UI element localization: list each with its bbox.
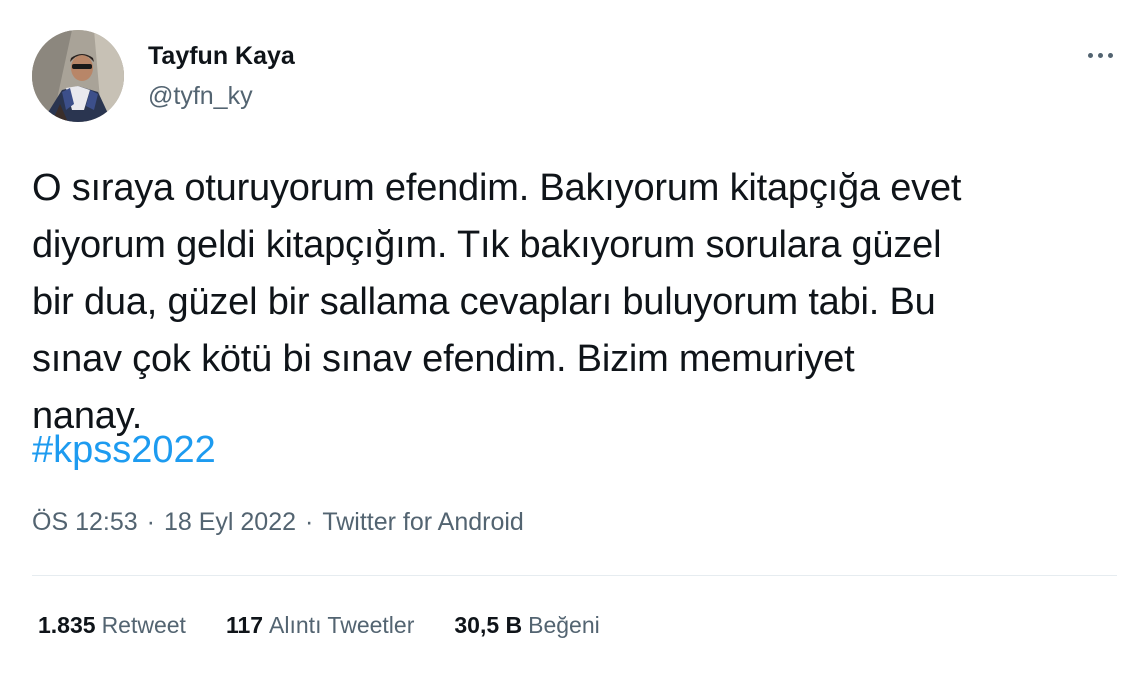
quote-tweets-stat[interactable]: 117 Alıntı Tweetler bbox=[226, 612, 414, 639]
tweet-meta: ÖS 12:53 · 18 Eyl 2022 · Twitter for And… bbox=[32, 508, 524, 537]
quote-tweets-label: Alıntı Tweetler bbox=[269, 612, 415, 638]
more-horizontal-icon-dot bbox=[1097, 52, 1103, 58]
retweets-stat[interactable]: 1.835 Retweet bbox=[38, 612, 186, 639]
hashtag-link[interactable]: #kpss2022 bbox=[32, 422, 216, 479]
tweet-time[interactable]: ÖS 12:53 bbox=[32, 508, 138, 537]
more-horizontal-icon bbox=[1087, 52, 1093, 58]
likes-label: Beğeni bbox=[528, 612, 600, 638]
avatar[interactable] bbox=[32, 30, 124, 122]
more-horizontal-icon-dot bbox=[1107, 52, 1113, 58]
tweet-card: Tayfun Kaya @tyfn_ky O sıraya oturuyorum… bbox=[0, 0, 1147, 675]
tweet-stats: 1.835 Retweet 117 Alıntı Tweetler 30,5 B Be… bbox=[38, 612, 600, 639]
meta-separator: · bbox=[146, 508, 155, 536]
tweet-text: O sıraya oturuyorum efendim. Bakıyorum k… bbox=[32, 167, 962, 437]
tweet-source[interactable]: Twitter for Android bbox=[322, 508, 523, 537]
tweet-date[interactable]: 18 Eyl 2022 bbox=[164, 508, 296, 537]
meta-separator: · bbox=[305, 508, 314, 536]
retweets-label: Retweet bbox=[101, 612, 186, 638]
likes-count: 30,5 B bbox=[454, 612, 523, 638]
author-display-name[interactable]: Tayfun Kaya bbox=[148, 42, 295, 71]
likes-stat[interactable]: 30,5 B Beğeni bbox=[454, 612, 599, 639]
divider bbox=[32, 575, 1117, 576]
more-options-button[interactable] bbox=[1078, 40, 1122, 70]
author-handle[interactable]: @tyfn_ky bbox=[148, 82, 253, 111]
retweets-count: 1.835 bbox=[38, 612, 96, 638]
quote-tweets-count: 117 bbox=[225, 612, 264, 638]
